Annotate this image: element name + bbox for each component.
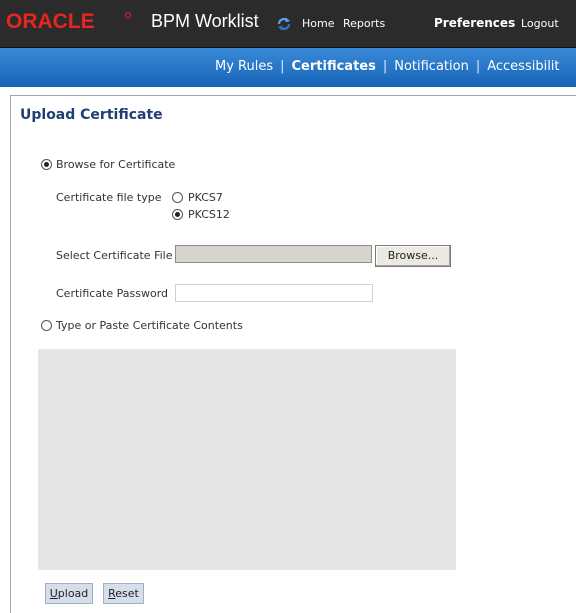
tab-separator: | [475, 59, 481, 74]
certificate-password-input[interactable] [175, 284, 373, 302]
reset-button-label: eset [115, 587, 139, 600]
upload-button[interactable]: Upload [45, 583, 93, 604]
upload-access-key: U [49, 587, 58, 600]
select-file-label: Select Certificate File [56, 249, 173, 262]
browse-button[interactable]: Browse... [375, 245, 451, 267]
file-type-label: Certificate file type [56, 191, 162, 204]
nav-home-link[interactable]: Home [302, 17, 334, 30]
paste-contents-label: Type or Paste Certificate Contents [56, 319, 243, 332]
browse-certificate-label: Browse for Certificate [56, 158, 176, 171]
tab-certificates[interactable]: Certificates [292, 59, 376, 74]
browse-certificate-radio[interactable] [41, 159, 52, 170]
paste-contents-radio[interactable] [41, 320, 52, 331]
upload-button-label: pload [57, 587, 89, 600]
pkcs12-radio[interactable] [172, 209, 183, 220]
tab-separator: | [382, 59, 388, 74]
tab-accessibility[interactable]: Accessibilit [487, 59, 559, 74]
refresh-icon[interactable] [276, 16, 292, 32]
tab-notification[interactable]: Notification [394, 59, 469, 74]
tab-separator: | [280, 59, 285, 74]
preferences-tabs: My Rules | Certificates | Notification | Acces… [215, 59, 560, 74]
tab-my-rules[interactable]: My Rules [215, 59, 273, 74]
page-title: Upload Certificate [20, 107, 163, 123]
certificate-contents-textarea[interactable] [38, 349, 456, 570]
pkcs12-label: PKCS12 [188, 208, 230, 221]
certificate-file-input[interactable] [175, 245, 372, 263]
pkcs7-radio[interactable] [172, 192, 183, 203]
nav-reports-link[interactable]: Reports [343, 17, 385, 30]
password-label: Certificate Password [56, 287, 169, 300]
reset-button[interactable]: Reset [103, 583, 144, 604]
registered-mark-icon [125, 12, 131, 18]
app-title: BPM Worklist [151, 11, 259, 31]
pkcs7-label: PKCS7 [188, 191, 223, 204]
oracle-logo: ORACLE [6, 10, 95, 33]
nav-logout-link[interactable]: Logout [521, 17, 559, 30]
nav-preferences-link[interactable]: Preferences [434, 16, 515, 30]
